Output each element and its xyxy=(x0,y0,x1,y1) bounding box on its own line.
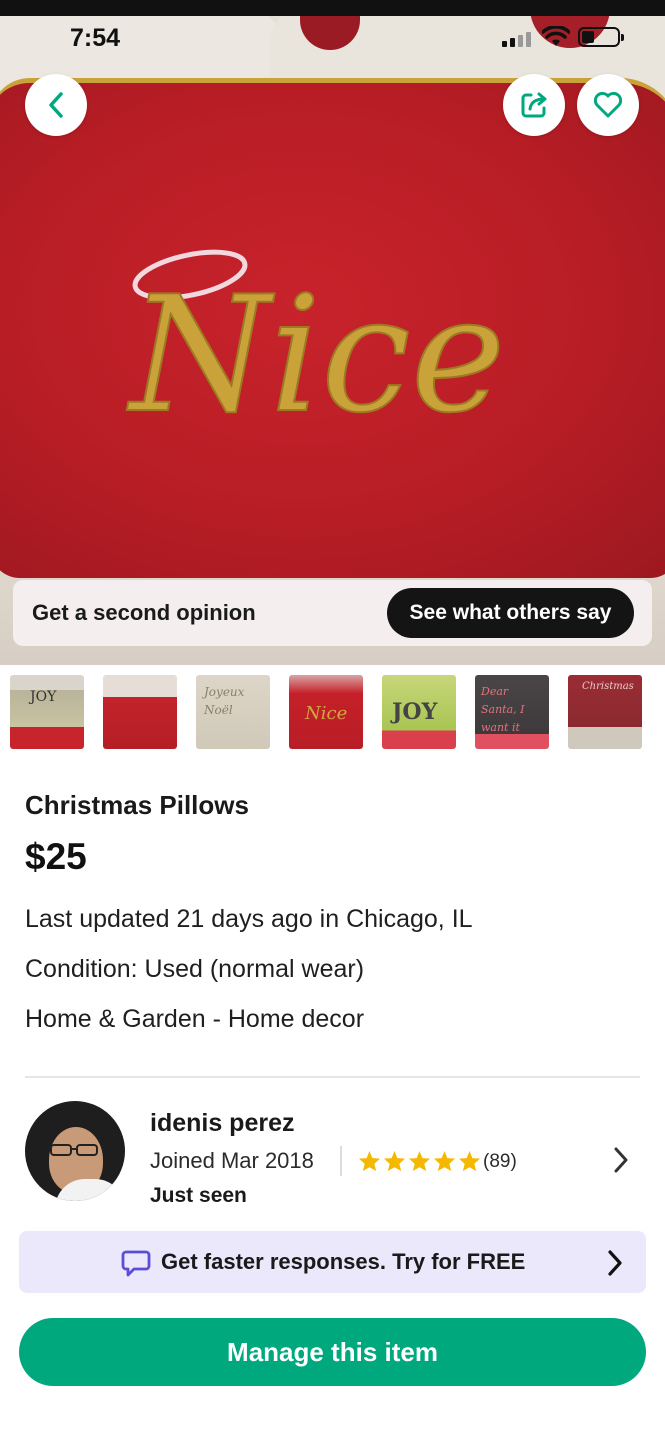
back-button[interactable] xyxy=(25,74,87,136)
chevron-right-icon[interactable] xyxy=(610,1145,632,1175)
star-icon xyxy=(458,1150,481,1172)
wifi-icon xyxy=(542,26,570,46)
thumbnail[interactable]: Nice xyxy=(289,675,363,749)
category: Home & Garden - Home decor xyxy=(25,1005,365,1033)
star-icon xyxy=(408,1150,431,1172)
thumbnail-text: Dear Santa, I want it xyxy=(481,685,525,734)
see-what-others-say-button[interactable]: See what others say xyxy=(387,588,634,638)
thumbnail[interactable]: JOY xyxy=(10,675,84,749)
svg-text:Nice: Nice xyxy=(126,261,505,448)
condition: Condition: Used (normal wear) xyxy=(25,955,365,983)
divider xyxy=(25,1076,640,1078)
thumbnail[interactable]: JOY xyxy=(382,675,456,749)
manage-item-button[interactable]: Manage this item xyxy=(19,1318,646,1386)
share-icon xyxy=(521,92,547,118)
thumbnail-text: Joyeux Noël xyxy=(204,685,245,717)
avatar-glasses xyxy=(50,1144,98,1156)
thumbnail-text: Christmas xyxy=(582,681,634,692)
faster-responses-text: Get faster responses. Try for FREE xyxy=(161,1249,526,1274)
battery-icon xyxy=(578,27,624,47)
last-updated: Last updated 21 days ago in Chicago, IL xyxy=(25,905,473,933)
seller-card[interactable]: idenis perez Joined Mar 2018 (89) Just s… xyxy=(25,1101,640,1207)
status-time: 7:54 xyxy=(70,24,121,52)
status-bar: 7:54 xyxy=(0,16,665,62)
seller-rating-count: (89) xyxy=(483,1151,517,1172)
cellular-signal-icon xyxy=(502,32,531,47)
star-icon xyxy=(358,1150,381,1172)
embroidered-text: Nice xyxy=(125,249,506,449)
thumbnail-text: JOY xyxy=(392,699,438,725)
share-button[interactable] xyxy=(503,74,565,136)
star-icon xyxy=(433,1150,456,1172)
seller-name: idenis perez xyxy=(150,1109,295,1137)
thumbnail-text: Nice xyxy=(305,703,348,724)
top-edge xyxy=(0,0,665,16)
chat-bubble-icon xyxy=(121,1250,151,1277)
second-opinion-banner: Get a second opinion See what others say xyxy=(13,580,652,646)
listing-details: Christmas Pillows $25 Last updated 21 da… xyxy=(25,790,640,1044)
listing-price: $25 xyxy=(25,836,87,877)
thumbnail[interactable]: Joyeux Noël xyxy=(196,675,270,749)
chevron-left-icon xyxy=(49,92,63,118)
star-icon xyxy=(383,1150,406,1172)
thumbnail[interactable] xyxy=(103,675,177,749)
separator xyxy=(340,1146,342,1176)
faster-responses-banner[interactable]: Get faster responses. Try for FREE xyxy=(19,1231,646,1293)
seller-joined: Joined Mar 2018 xyxy=(150,1148,314,1173)
listing-hero-image[interactable]: Nice xyxy=(0,0,665,665)
heart-icon xyxy=(593,91,623,118)
avatar[interactable] xyxy=(25,1101,125,1201)
seller-last-seen: Just seen xyxy=(150,1184,247,1207)
second-opinion-label: Get a second opinion xyxy=(32,600,256,625)
thumbnail[interactable]: Christmas xyxy=(568,675,642,749)
thumbnail-strip[interactable]: JOY Joyeux Noël Nice JOY Dear Santa, I w… xyxy=(10,675,665,749)
thumbnail[interactable]: Dear Santa, I want it xyxy=(475,675,549,749)
favorite-button[interactable] xyxy=(577,74,639,136)
seller-rating-stars xyxy=(358,1150,481,1172)
listing-title: Christmas Pillows xyxy=(25,790,249,820)
thumbnail-text: JOY xyxy=(30,689,57,705)
chevron-right-icon xyxy=(608,1250,622,1276)
